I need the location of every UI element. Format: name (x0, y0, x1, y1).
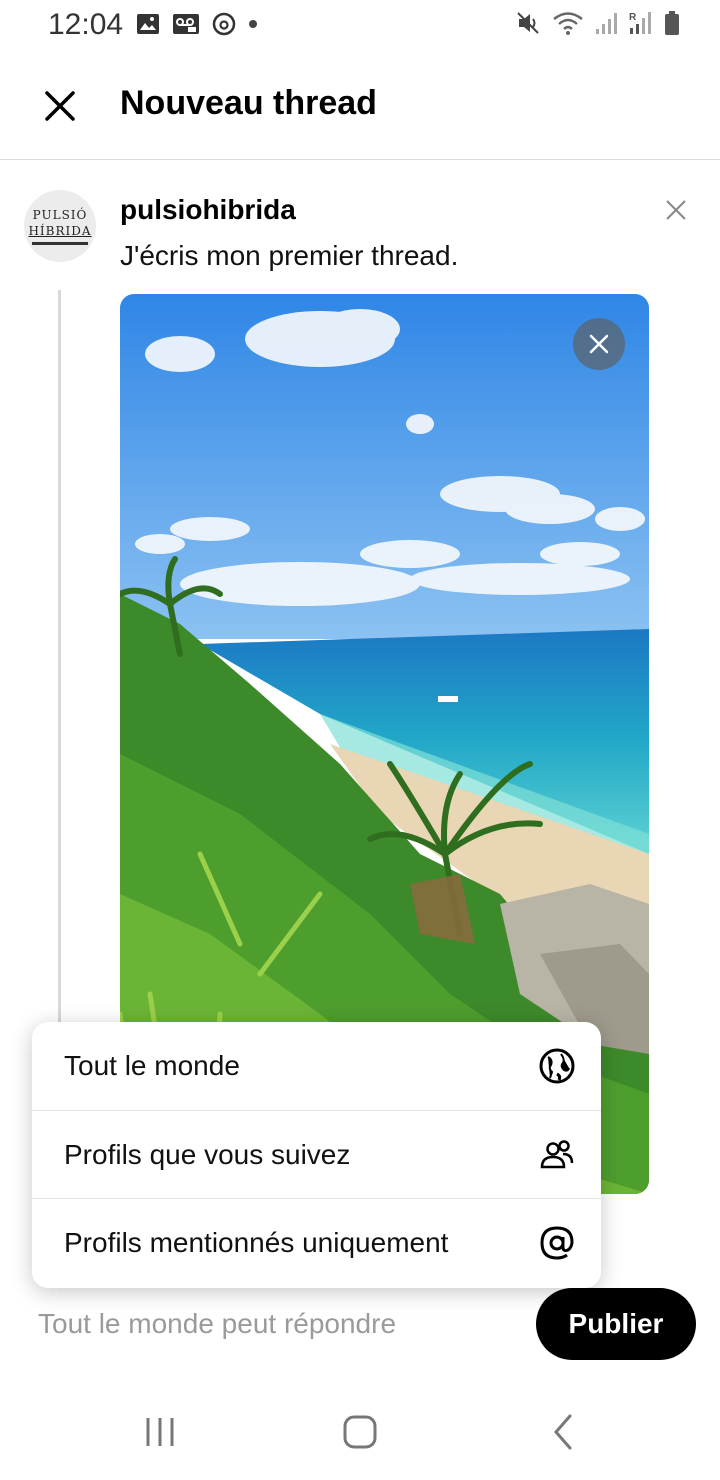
username: pulsiohibrida (120, 194, 296, 225)
avatar-text-line2: HÍBRIDA (28, 224, 92, 238)
globe-icon (539, 1048, 575, 1084)
threads-icon (212, 12, 236, 36)
signal-icon (596, 13, 617, 34)
post-text-input[interactable]: J'écris mon premier thread. (120, 240, 458, 272)
menu-item-mentioned-only[interactable]: Profils mentionnés uniquement (32, 1199, 601, 1288)
battery-icon (665, 11, 679, 35)
menu-item-label: Profils mentionnés uniquement (64, 1227, 449, 1259)
wifi-icon (553, 12, 583, 35)
status-system-icons: R (516, 10, 680, 36)
menu-item-label: Tout le monde (64, 1050, 240, 1081)
at-icon (540, 1226, 574, 1260)
avatar-rule (32, 242, 88, 245)
remove-post-icon[interactable] (664, 198, 688, 222)
mute-icon (517, 12, 539, 34)
thread-line (58, 290, 61, 1030)
people-icon (540, 1139, 574, 1168)
close-icon[interactable] (40, 86, 80, 126)
dot-icon (249, 20, 257, 28)
back-icon[interactable] (544, 1412, 584, 1452)
system-navigation-bar (0, 1390, 720, 1480)
status-time: 12:04 (48, 8, 124, 41)
voicemail-icon (173, 14, 199, 34)
menu-item-label: Profils que vous suivez (64, 1138, 351, 1170)
recent-apps-icon[interactable] (140, 1412, 180, 1452)
avatar: PULSIÓ HÍBRIDA (24, 190, 96, 262)
page-title: Nouveau thread (120, 84, 377, 122)
reply-permission-button[interactable]: Tout le monde peut répondre (38, 1308, 396, 1340)
menu-item-everyone[interactable]: Tout le monde (32, 1022, 601, 1111)
status-notification-icons (136, 12, 258, 36)
header: Nouveau thread (0, 60, 720, 160)
menu-item-followed-profiles[interactable]: Profils que vous suivez (32, 1111, 601, 1200)
svg-text:R: R (629, 12, 637, 23)
home-icon[interactable] (340, 1412, 380, 1452)
image-icon (137, 14, 159, 34)
reply-audience-menu: Tout le monde Profils que vous suivez Pr… (32, 1022, 601, 1288)
status-bar: 12:04 R (0, 0, 720, 52)
close-icon (589, 334, 609, 354)
signal-r-icon: R (629, 12, 651, 34)
publish-button[interactable]: Publier (536, 1288, 696, 1360)
avatar-text-line1: PULSIÓ (32, 208, 88, 222)
remove-photo-button[interactable] (573, 318, 625, 370)
